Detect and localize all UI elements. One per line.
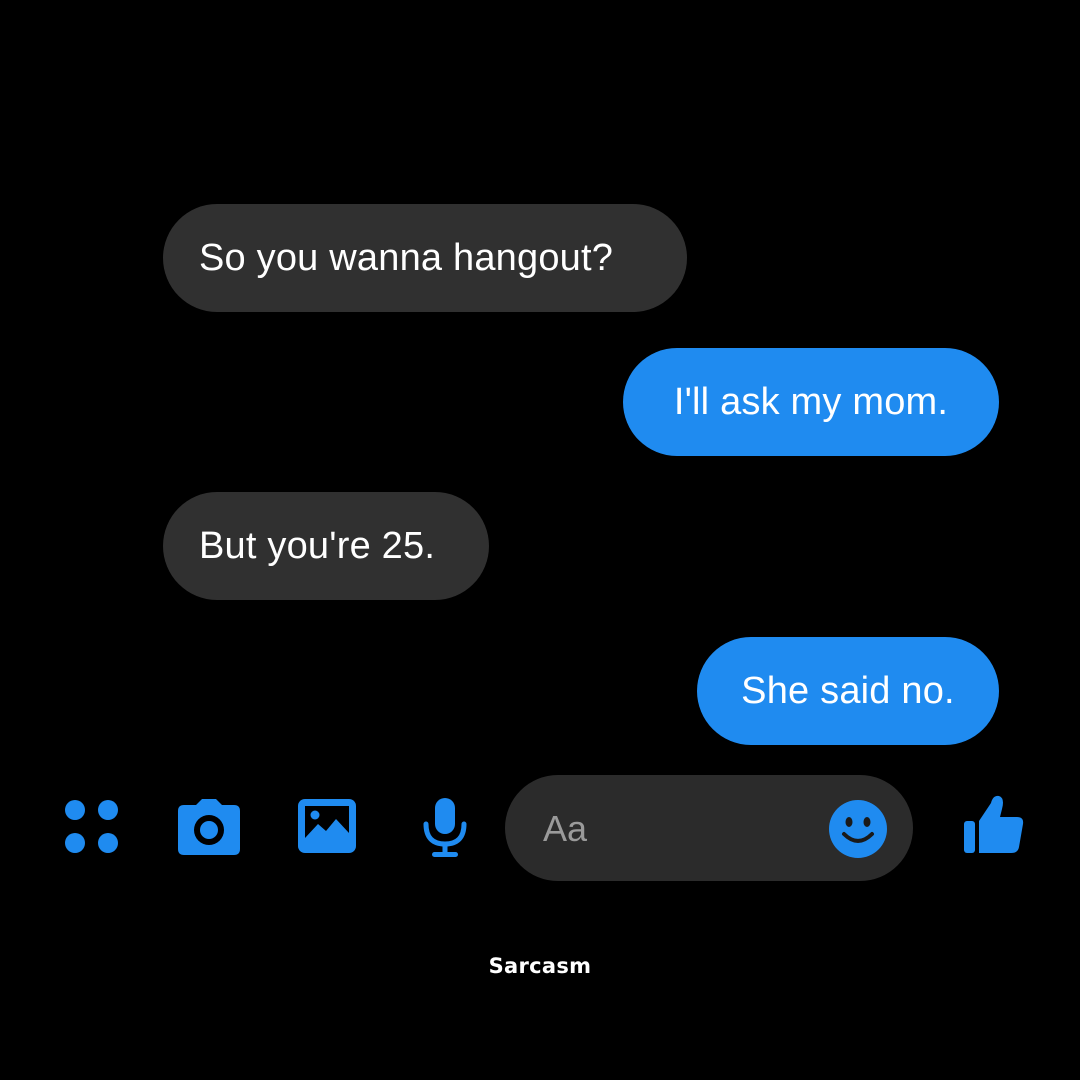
sent-message-bubble[interactable]: She said no. [697, 637, 999, 745]
camera-icon[interactable] [176, 797, 242, 857]
caption-text: Sarcasm [488, 954, 592, 978]
message-text: So you wanna hangout? [199, 236, 614, 279]
message-text: She said no. [741, 669, 955, 712]
gallery-icon[interactable] [296, 797, 358, 855]
message-input[interactable]: Aa [505, 775, 913, 881]
input-placeholder: Aa [543, 808, 588, 849]
emoji-icon[interactable] [828, 799, 888, 859]
apps-icon[interactable] [64, 797, 120, 857]
sent-message-bubble[interactable]: I'll ask my mom. [623, 348, 999, 456]
received-message-bubble[interactable]: So you wanna hangout? [163, 204, 687, 312]
like-icon[interactable] [962, 793, 1026, 857]
received-message-bubble[interactable]: But you're 25. [163, 492, 489, 600]
mic-icon[interactable] [420, 796, 470, 860]
message-text: But you're 25. [199, 524, 436, 567]
message-text: I'll ask my mom. [673, 380, 949, 423]
chat-screen: So you wanna hangout? I'll ask my mom. B… [0, 0, 1080, 1080]
